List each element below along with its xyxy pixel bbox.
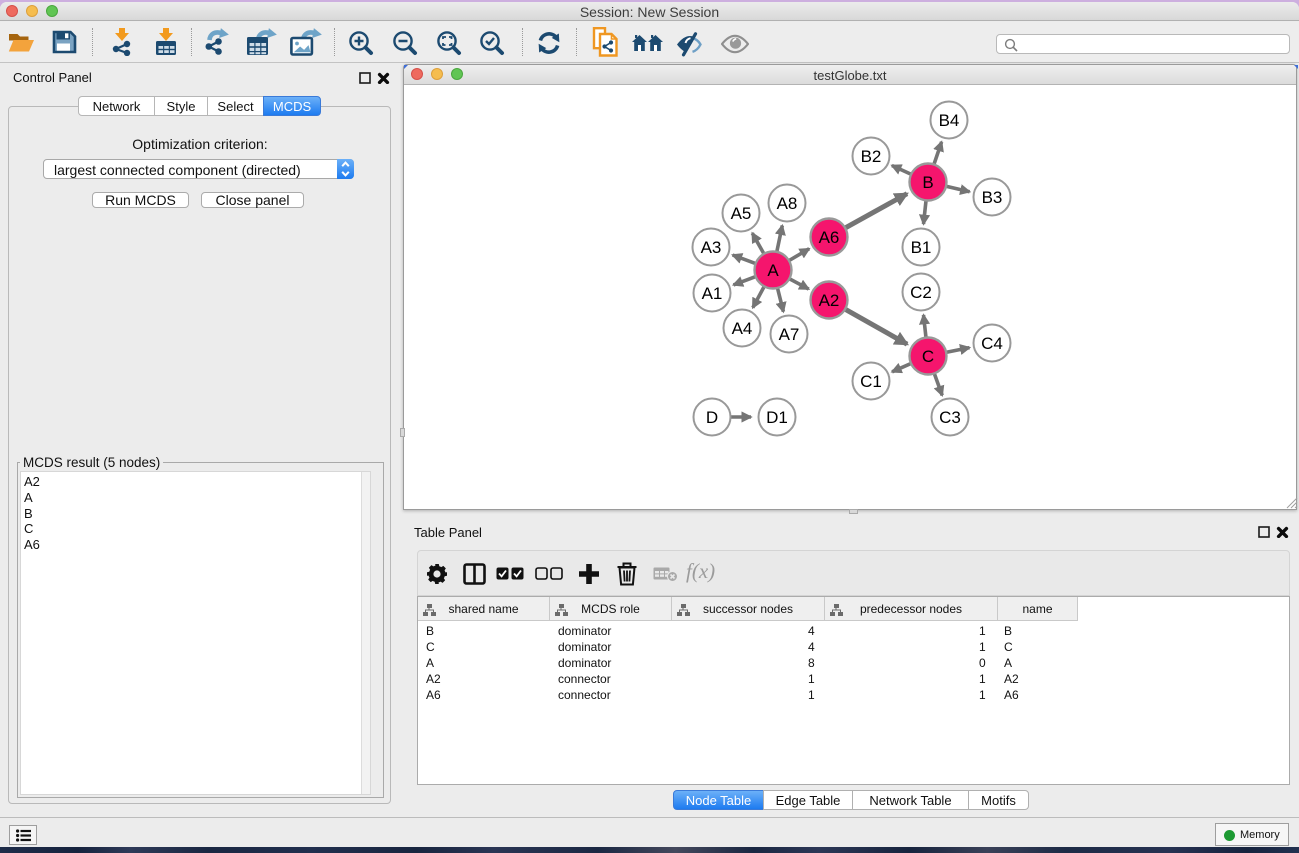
svg-text:A1: A1 [702,284,723,303]
svg-text:A5: A5 [731,204,752,223]
svg-text:B1: B1 [911,238,932,257]
svg-text:C4: C4 [981,334,1003,353]
svg-text:A8: A8 [777,194,798,213]
svg-text:A3: A3 [701,238,722,257]
svg-text:B: B [922,173,933,192]
svg-text:C3: C3 [939,408,961,427]
svg-text:B4: B4 [939,111,960,130]
svg-text:B2: B2 [861,147,882,166]
svg-text:D1: D1 [766,408,788,427]
svg-text:A: A [767,261,779,280]
svg-text:D: D [706,408,718,427]
svg-text:A2: A2 [819,291,840,310]
svg-text:C1: C1 [860,372,882,391]
svg-text:A6: A6 [819,228,840,247]
svg-text:C: C [922,347,934,366]
svg-text:A7: A7 [779,325,800,344]
svg-text:A4: A4 [732,319,753,338]
svg-text:B3: B3 [982,188,1003,207]
svg-text:C2: C2 [910,283,932,302]
